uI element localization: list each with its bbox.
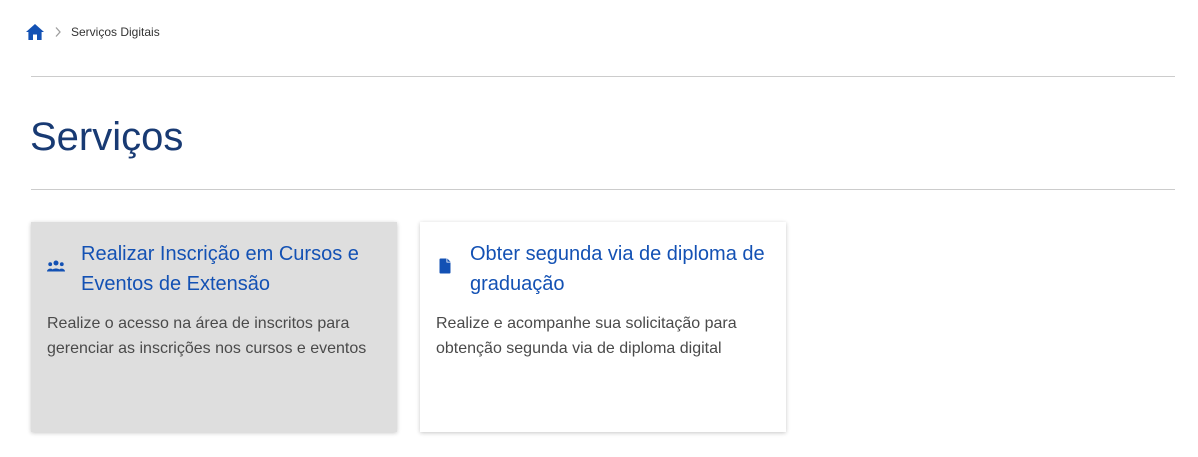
service-card-extension-courses[interactable]: Realizar Inscrição em Cursos e Eventos d… — [31, 222, 397, 432]
card-description: Realize e acompanhe sua solicitação para… — [436, 315, 737, 357]
card-header: Obter segunda via de diploma de graduaçã… — [436, 239, 772, 299]
title-divider — [31, 189, 1175, 190]
top-divider — [31, 76, 1175, 77]
card-title[interactable]: Realizar Inscrição em Cursos e Eventos d… — [81, 239, 383, 299]
page-title: Serviços — [30, 115, 184, 159]
card-description: Realize o acesso na área de inscritos pa… — [47, 315, 367, 357]
service-card-diploma[interactable]: Obter segunda via de diploma de graduaçã… — [420, 222, 786, 432]
document-icon — [436, 257, 454, 275]
page: Serviços Digitais Serviços Realizar Insc… — [0, 0, 1198, 457]
card-header: Realizar Inscrição em Cursos e Eventos d… — [47, 239, 383, 299]
users-icon — [47, 257, 65, 275]
home-icon[interactable] — [25, 23, 45, 41]
breadcrumb: Serviços Digitais — [25, 22, 160, 42]
card-title[interactable]: Obter segunda via de diploma de graduaçã… — [470, 239, 772, 299]
breadcrumb-current: Serviços Digitais — [71, 25, 160, 39]
chevron-right-icon — [54, 26, 62, 38]
